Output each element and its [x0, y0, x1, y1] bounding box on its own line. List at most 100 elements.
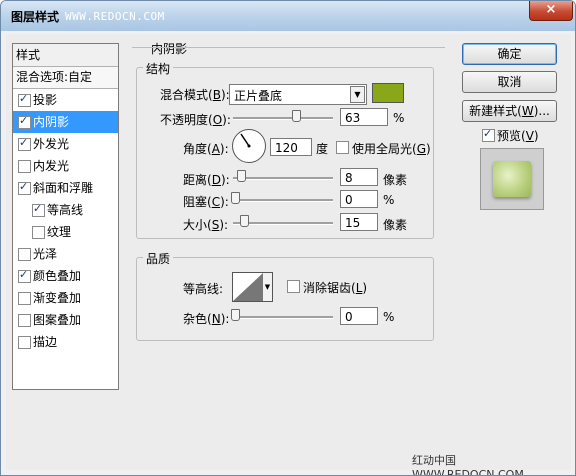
angle-dial[interactable] — [232, 129, 266, 163]
style-item-checkbox[interactable] — [18, 114, 31, 129]
angle-unit: 度 — [316, 142, 329, 156]
contour-label: 等高线: — [183, 282, 224, 296]
shadow-color-swatch[interactable] — [372, 83, 404, 103]
style-item-label: 渐变叠加 — [33, 291, 82, 305]
styles-list: 样式 混合选项:自定 投影内阴影外发光内发光斜面和浮雕等高线纹理光泽颜色叠加渐变… — [12, 43, 119, 390]
style-item-label: 内发光 — [33, 159, 70, 173]
style-item-3[interactable]: 内发光 — [13, 155, 118, 177]
style-item-label: 斜面和浮雕 — [33, 181, 94, 195]
style-item-11[interactable]: 描边 — [13, 331, 118, 353]
chevron-down-icon: ▼ — [350, 86, 365, 103]
anti-alias-checkbox[interactable] — [287, 280, 300, 293]
title-watermark: WWW.REDOCN.COM — [65, 10, 165, 23]
style-item-checkbox[interactable] — [18, 92, 31, 107]
noise-slider-track[interactable] — [233, 316, 333, 319]
preview-swatch — [493, 161, 531, 197]
use-global-light-label: 使用全局光(G) — [352, 142, 431, 156]
style-item-checkbox[interactable] — [18, 160, 31, 173]
structure-title: 结构 — [143, 60, 174, 77]
style-item-checkbox[interactable] — [18, 314, 31, 327]
style-item-label: 纹理 — [47, 225, 72, 239]
style-preview — [480, 148, 544, 210]
layer-style-dialog: 图层样式 WWW.REDOCN.COM × 样式 混合选项:自定 投影内阴影外发… — [0, 0, 576, 476]
cancel-button[interactable]: 取消 — [462, 71, 557, 93]
blend-mode-label: 混合模式(B): — [160, 88, 230, 102]
noise-label: 杂色(N): — [183, 312, 230, 326]
distance-slider-track[interactable] — [233, 177, 333, 180]
style-item-6[interactable]: 纹理 — [13, 221, 118, 243]
style-item-label: 描边 — [33, 335, 58, 349]
close-icon: × — [545, 2, 557, 17]
style-item-label: 外发光 — [33, 137, 70, 151]
style-item-label: 内阴影 — [33, 115, 70, 129]
angle-label: 角度(A): — [183, 142, 229, 156]
size-unit: 像素 — [383, 218, 408, 232]
use-global-light-checkbox[interactable] — [336, 141, 349, 154]
opacity-slider-track[interactable] — [233, 117, 333, 120]
style-item-10[interactable]: 图案叠加 — [13, 309, 118, 331]
title-bar[interactable]: 图层样式 WWW.REDOCN.COM × — [1, 1, 575, 31]
size-slider-thumb[interactable] — [240, 215, 249, 227]
quality-group: 品质 等高线: ▼ 消除锯齿(L) 杂色(N): 0 % — [136, 250, 434, 341]
style-item-4[interactable]: 斜面和浮雕 — [13, 177, 118, 199]
noise-unit: % — [383, 310, 395, 324]
style-item-label: 颜色叠加 — [33, 269, 82, 283]
choke-unit: % — [383, 193, 395, 207]
blend-mode-select[interactable]: 正片叠底 ▼ — [229, 84, 367, 105]
preview-checkbox[interactable] — [482, 127, 495, 142]
anti-alias-label: 消除锯齿(L) — [303, 281, 368, 295]
noise-input[interactable]: 0 — [340, 307, 378, 325]
style-item-checkbox[interactable] — [18, 180, 31, 195]
inner-shadow-title: 内阴影 — [148, 40, 191, 57]
style-item-7[interactable]: 光泽 — [13, 243, 118, 265]
size-label: 大小(S): — [183, 218, 229, 232]
preview-label: 预览(V) — [497, 129, 539, 143]
opacity-unit: % — [393, 111, 405, 125]
style-item-2[interactable]: 外发光 — [13, 133, 118, 155]
noise-slider-thumb[interactable] — [231, 309, 240, 321]
distance-slider-thumb[interactable] — [237, 170, 246, 182]
styles-list-header[interactable]: 样式 — [13, 44, 118, 67]
angle-input[interactable]: 120 — [270, 138, 312, 156]
style-item-checkbox[interactable] — [18, 336, 31, 349]
style-item-checkbox[interactable] — [18, 292, 31, 305]
contour-picker[interactable] — [232, 272, 264, 302]
choke-label: 阻塞(C): — [183, 195, 229, 209]
structure-group: 结构 混合模式(B): 正片叠底 ▼ 不透明度(O): 63 % 角度(A): … — [136, 60, 434, 239]
choke-slider-track[interactable] — [233, 199, 333, 202]
style-item-5[interactable]: 等高线 — [13, 199, 118, 221]
style-item-checkbox[interactable] — [18, 136, 31, 151]
style-item-checkbox[interactable] — [32, 226, 45, 239]
style-item-8[interactable]: 颜色叠加 — [13, 265, 118, 287]
choke-slider-thumb[interactable] — [231, 192, 240, 204]
style-item-checkbox[interactable] — [18, 248, 31, 261]
style-item-0[interactable]: 投影 — [13, 89, 118, 111]
contour-chevron-down-icon[interactable]: ▼ — [263, 272, 273, 302]
opacity-input[interactable]: 63 — [340, 108, 388, 126]
distance-label: 距离(D): — [183, 173, 230, 187]
style-item-label: 投影 — [33, 93, 58, 107]
opacity-slider-thumb[interactable] — [292, 110, 301, 122]
blend-mode-value: 正片叠底 — [234, 89, 283, 103]
window-title: 图层样式 — [11, 10, 60, 24]
style-item-label: 等高线 — [47, 203, 84, 217]
size-input[interactable]: 15 — [340, 213, 378, 231]
style-item-9[interactable]: 渐变叠加 — [13, 287, 118, 309]
style-item-checkbox[interactable] — [18, 268, 31, 283]
contour-curve-icon — [233, 273, 263, 301]
style-item-1[interactable]: 内阴影 — [13, 111, 118, 133]
distance-unit: 像素 — [383, 173, 408, 187]
style-item-checkbox[interactable] — [32, 202, 45, 217]
new-style-button[interactable]: 新建样式(W)... — [462, 100, 557, 122]
ok-button[interactable]: 确定 — [462, 43, 557, 65]
choke-input[interactable]: 0 — [340, 190, 378, 208]
distance-input[interactable]: 8 — [340, 168, 378, 186]
style-item-label: 光泽 — [33, 247, 58, 261]
style-item-label: 图案叠加 — [33, 313, 82, 327]
close-button[interactable]: × — [529, 1, 573, 21]
blend-options-item[interactable]: 混合选项:自定 — [13, 67, 118, 89]
footer-watermark: 红动中国 WWW.REDOCN.COM — [412, 454, 524, 476]
quality-title: 品质 — [143, 250, 174, 267]
opacity-label: 不透明度(O): — [160, 113, 231, 127]
panel-divider — [132, 47, 445, 48]
